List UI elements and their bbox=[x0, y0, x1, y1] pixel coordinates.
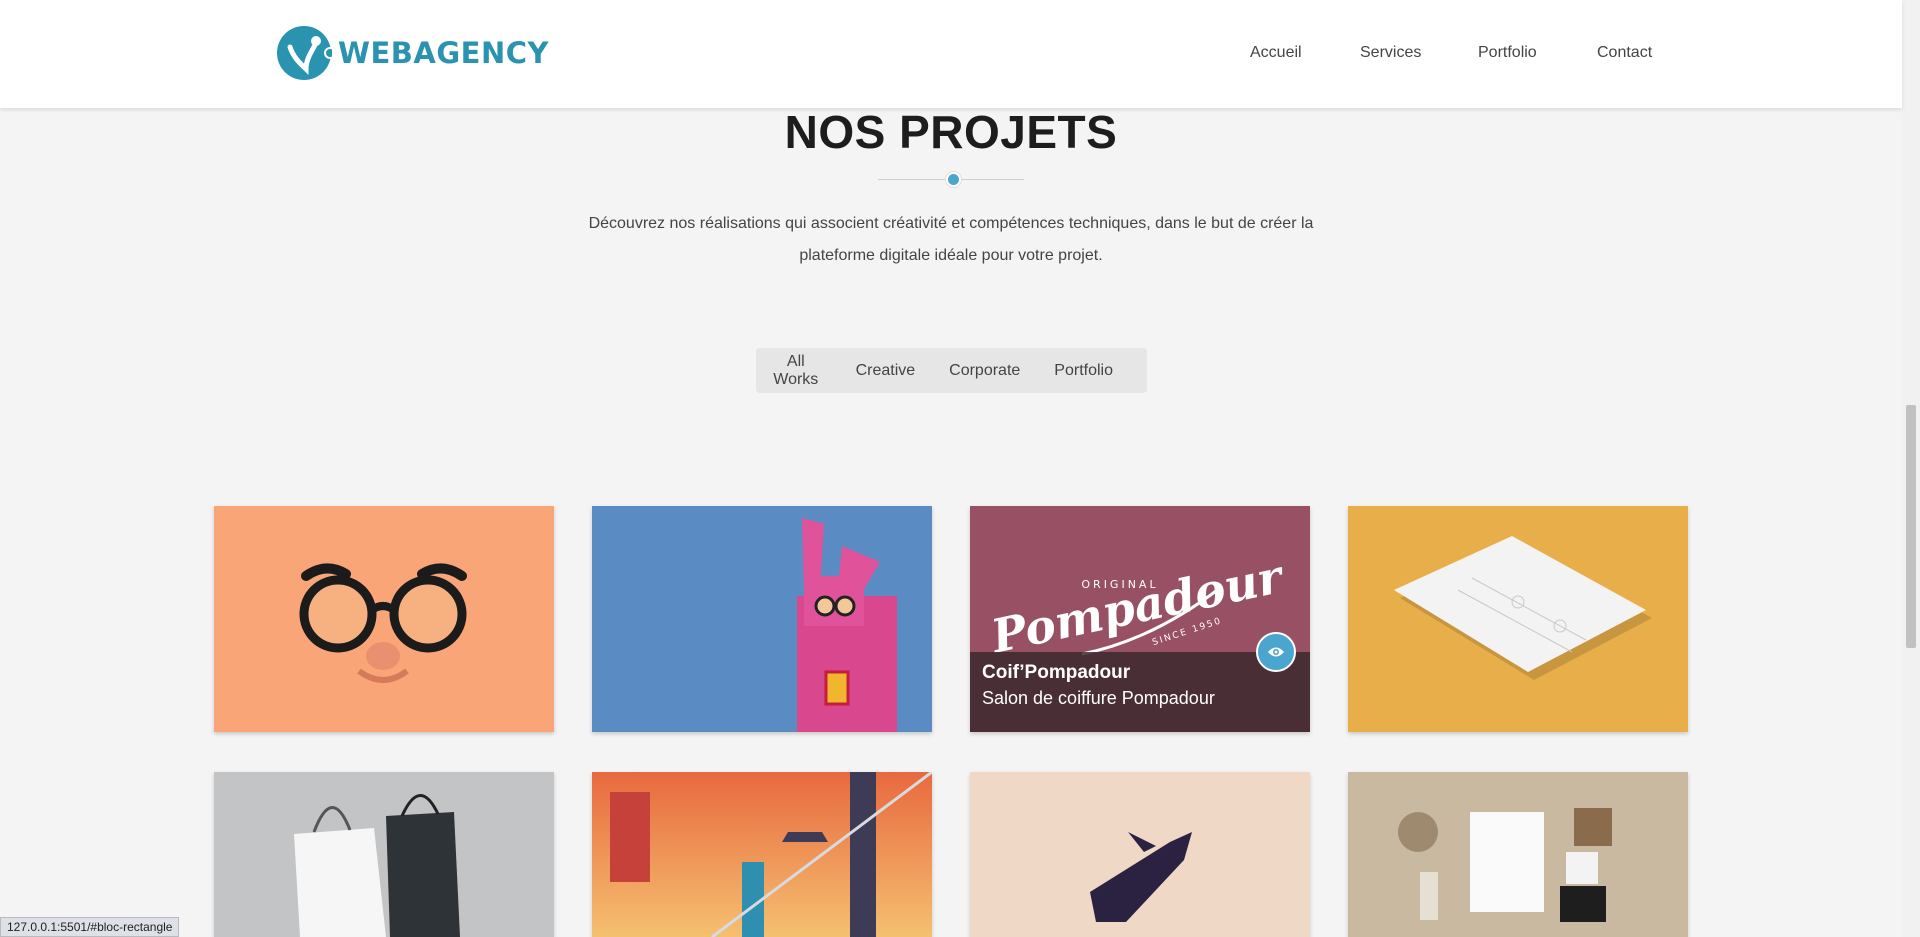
filter-corporate[interactable]: Corporate bbox=[949, 362, 1020, 380]
project-card-rabbit[interactable] bbox=[592, 506, 932, 732]
portfolio-filters: All Works Creative Corporate Portfolio bbox=[756, 348, 1147, 393]
divider-dot bbox=[946, 172, 961, 187]
site-header: WEBAGENCY Accueil Services Portfolio Con… bbox=[0, 0, 1902, 108]
project-card-city[interactable] bbox=[592, 772, 932, 937]
project-card-rocket[interactable] bbox=[970, 772, 1310, 937]
project-card-glasses[interactable] bbox=[214, 506, 554, 732]
filter-all-works[interactable]: All Works bbox=[770, 353, 822, 389]
project-title: Coif’Pompadour bbox=[982, 662, 1131, 683]
pink-rabbit-image bbox=[592, 506, 932, 732]
browser-status-bar: 127.0.0.1:5501/#bloc-rectangle bbox=[0, 917, 180, 937]
project-hover-overlay: Coif’Pompadour Salon de coiffure Pompado… bbox=[970, 632, 1310, 732]
view-project-button[interactable] bbox=[1256, 632, 1296, 672]
page-scrollbar[interactable] bbox=[1902, 0, 1920, 937]
site-logo[interactable]: WEBAGENCY bbox=[276, 24, 549, 82]
project-card-bags[interactable] bbox=[214, 772, 554, 937]
paper-sheet-image bbox=[1348, 506, 1688, 732]
project-subtitle: Salon de coiffure Pompadour bbox=[982, 688, 1215, 708]
nav-portfolio[interactable]: Portfolio bbox=[1478, 44, 1537, 62]
project-card-pompadour[interactable]: ORIGINAL Pompadour SINCE 1950 Coif’Pompa… bbox=[970, 506, 1310, 732]
section-intro: Découvrez nos réalisations qui associent… bbox=[588, 215, 1314, 264]
project-card-paper[interactable] bbox=[1348, 506, 1688, 732]
filter-portfolio[interactable]: Portfolio bbox=[1054, 362, 1113, 380]
nav-contact[interactable]: Contact bbox=[1597, 44, 1652, 62]
city-sunset-image bbox=[592, 772, 932, 937]
logo-text: WEBAGENCY bbox=[338, 36, 550, 70]
stationery-mockup-image bbox=[1348, 772, 1688, 937]
eye-icon bbox=[1268, 647, 1284, 657]
rocket-illustration-image bbox=[970, 772, 1310, 937]
section-title: NOS PROJETS bbox=[784, 106, 1118, 158]
project-card-stationery[interactable] bbox=[1348, 772, 1688, 937]
funny-glasses-image bbox=[214, 506, 554, 732]
scrollbar-thumb[interactable] bbox=[1906, 405, 1916, 648]
nav-accueil[interactable]: Accueil bbox=[1250, 44, 1302, 62]
shopping-bags-image bbox=[214, 772, 554, 937]
nav-services[interactable]: Services bbox=[1360, 44, 1421, 62]
webagency-logo-icon bbox=[277, 26, 332, 80]
filter-creative[interactable]: Creative bbox=[856, 362, 916, 380]
